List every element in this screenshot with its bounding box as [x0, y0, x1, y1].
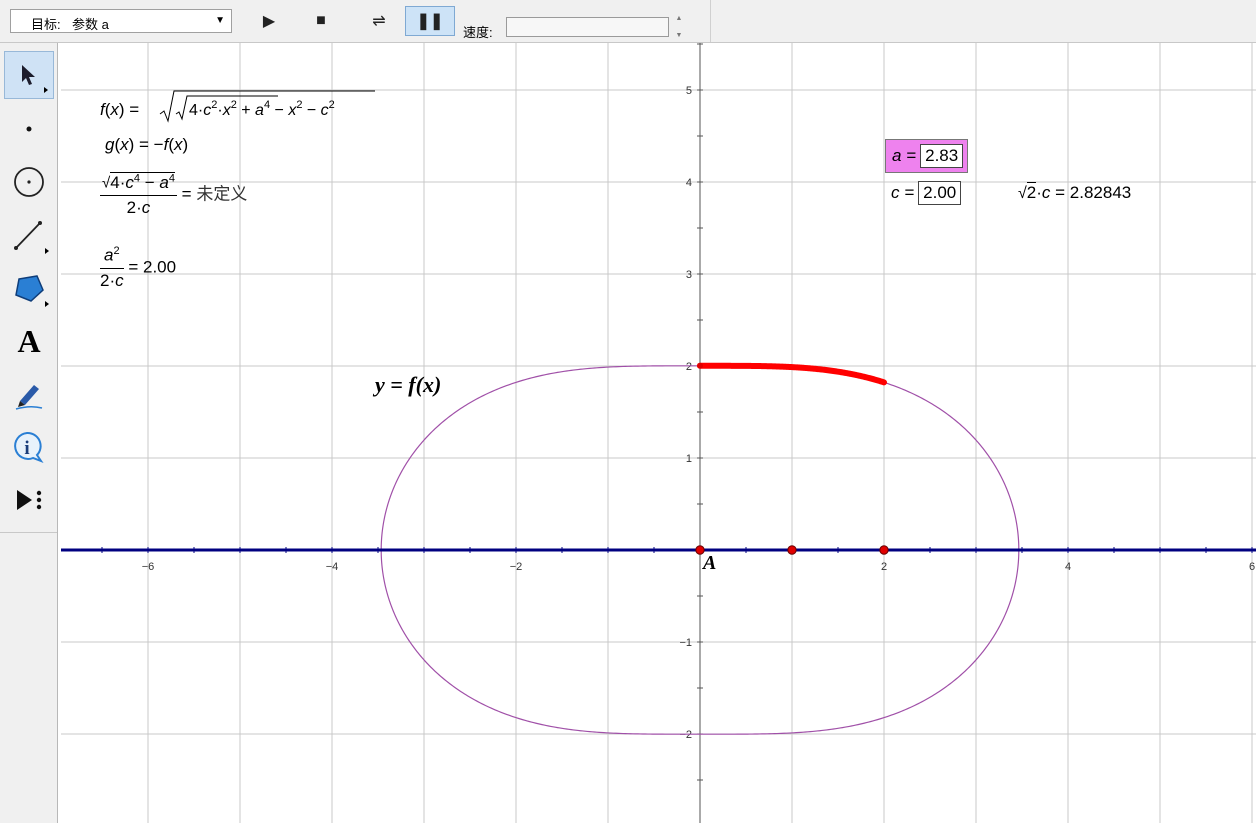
undefined-value: 未定义	[196, 184, 248, 205]
sqrt2-c-readout[interactable]: √2·c = 2.82843	[1018, 182, 1132, 203]
readout-value: 2.82843	[1069, 183, 1132, 202]
expression-a2-over-2c[interactable]: a2 2·c = 2.00	[100, 245, 176, 291]
curve-label[interactable]: y = f(x)	[375, 372, 441, 398]
fraction: √4·c4 − a4 2·c	[100, 171, 177, 217]
point	[787, 545, 797, 555]
x-tick-label: 2	[881, 561, 887, 573]
svg-text:4·c2·x2 + a4 − x2 − c2: 4·c2·x2 + a4 − x2 − c2	[189, 99, 335, 119]
formula-f-render: f(x) = 4·c2·x2 + a4 − x2 − c2	[100, 90, 375, 123]
x-tick-label: −6	[142, 561, 155, 573]
formula-g[interactable]: g(x) = −f(x)	[105, 135, 188, 155]
parameter-a[interactable]: a = 2.83	[885, 139, 969, 173]
y-tick-label: 1	[686, 453, 692, 465]
x-tick-label: 4	[1065, 561, 1071, 573]
y-tick-label: 3	[686, 269, 692, 281]
x-tick-label: −2	[510, 561, 523, 573]
y-tick-label: 4	[686, 177, 692, 189]
trace-start-point	[697, 362, 703, 369]
fraction: a2 2·c	[100, 245, 124, 290]
y-tick-label: 2	[686, 361, 692, 373]
expression-undefined[interactable]: √4·c4 − a4 2·c = 未定义	[100, 171, 248, 218]
formula-f[interactable]: f(x) = 4·c2·x2 + a4 − x2 − c2	[100, 88, 380, 129]
y-tick-label: −2	[679, 729, 692, 741]
point-a-label[interactable]: A	[703, 552, 716, 575]
readout-expression: √2·c	[1018, 182, 1051, 202]
point	[879, 545, 889, 555]
y-tick-label: −1	[679, 637, 692, 649]
parameter-c-value[interactable]: 2.00	[918, 181, 962, 205]
x-tick-label: 6	[1249, 561, 1255, 573]
parameter-c-label: c =	[891, 183, 915, 202]
y-tick-label: 5	[686, 85, 692, 97]
parameter-c[interactable]: c = 2.00	[885, 177, 962, 209]
svg-text:f(x) =: f(x) =	[100, 100, 139, 119]
parameter-a-label: a =	[892, 146, 917, 165]
x-tick-label: −4	[326, 561, 339, 573]
parameter-a-value[interactable]: 2.83	[920, 144, 964, 168]
expression-value: 2.00	[143, 257, 177, 277]
